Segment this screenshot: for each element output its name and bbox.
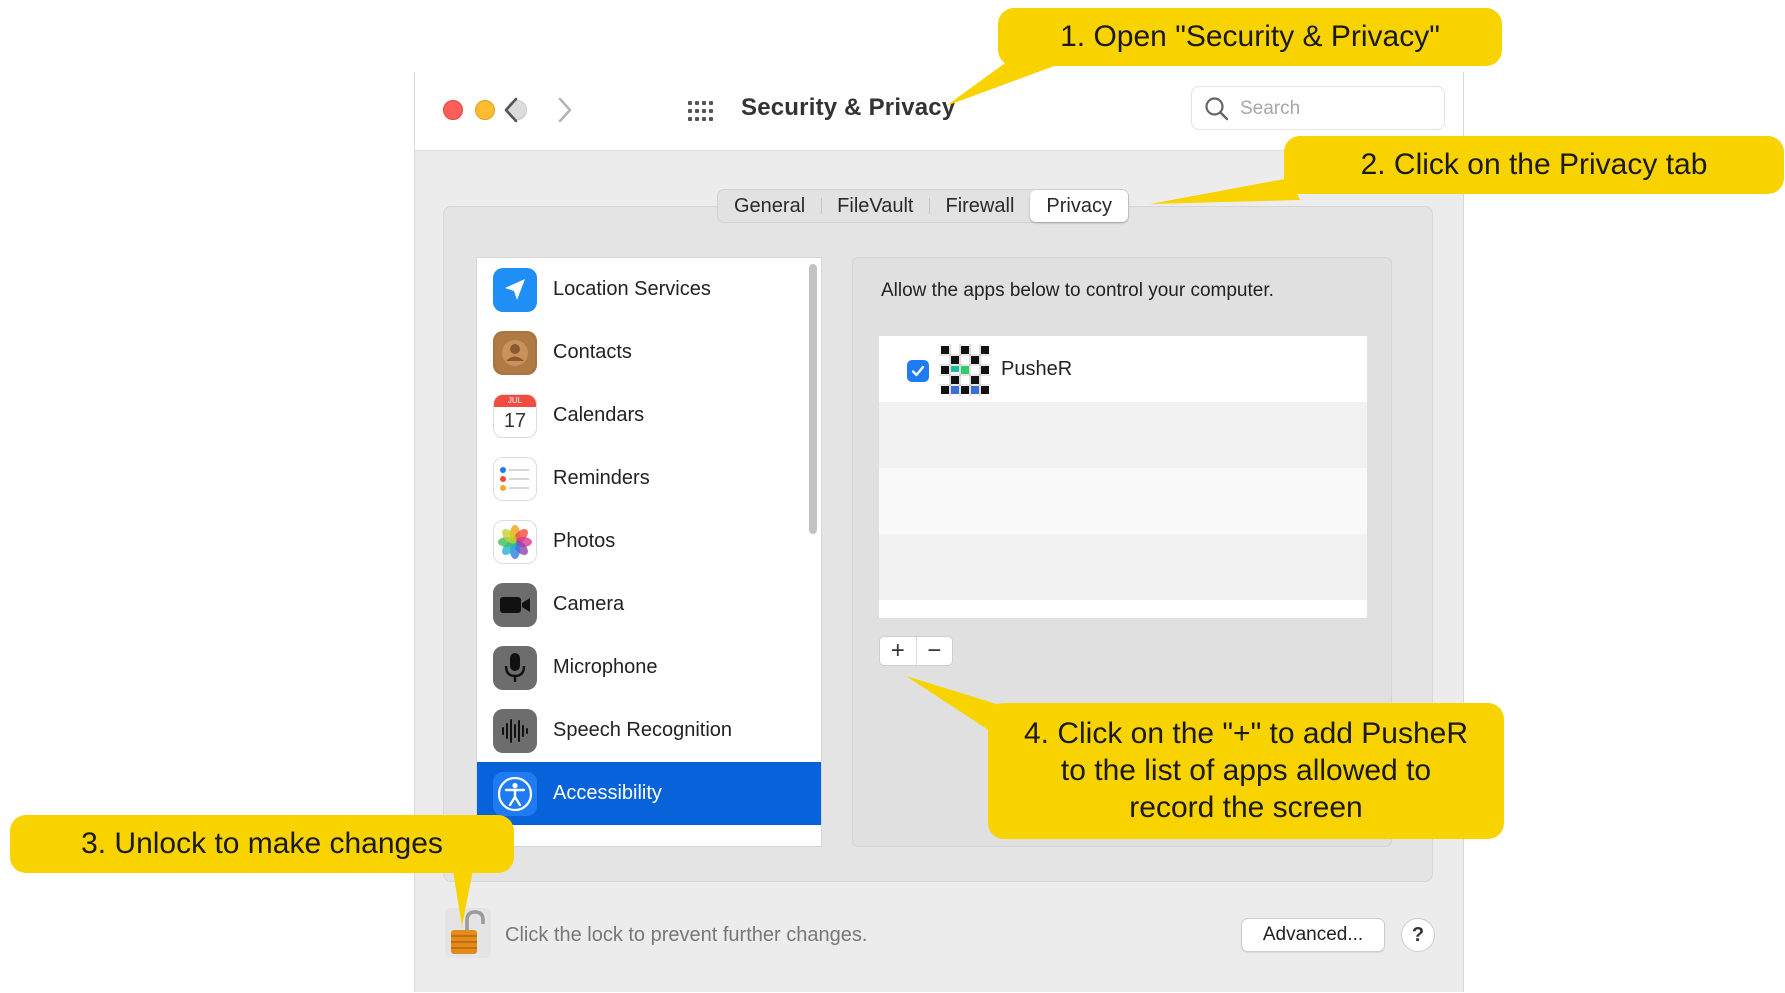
callout-step-1: 1. Open "Security & Privacy" <box>998 8 1502 66</box>
app-name: PusheR <box>1001 358 1073 380</box>
close-window-button[interactable] <box>443 100 463 120</box>
sidebar-item-reminders[interactable]: Reminders <box>477 447 821 510</box>
help-button[interactable]: ? <box>1401 918 1435 952</box>
sidebar-item-label: Photos <box>553 530 616 552</box>
sidebar-item-camera[interactable]: Camera <box>477 573 821 636</box>
callout-step-4: 4. Click on the "+" to add PusheR to the… <box>988 703 1504 839</box>
calendar-day: 17 <box>503 409 527 432</box>
lock-status-text: Click the lock to prevent further change… <box>505 924 868 946</box>
sidebar-item-label: Microphone <box>553 656 658 678</box>
tab-filevault[interactable]: FileVault <box>821 190 929 222</box>
speech-recognition-icon <box>493 708 537 753</box>
list-item-empty <box>879 534 1367 600</box>
sidebar-item-label: Contacts <box>553 341 632 363</box>
sidebar-scrollbar[interactable] <box>809 264 817 534</box>
sidebar-item-calendars[interactable]: JUL 17 Calendars <box>477 384 821 447</box>
tab-bar: General FileVault Firewall Privacy <box>717 189 1129 223</box>
back-button[interactable] <box>497 92 527 128</box>
sidebar-item-label: Accessibility <box>553 782 662 804</box>
calendar-icon: JUL 17 <box>493 393 537 438</box>
pusher-app-icon <box>939 344 991 396</box>
add-app-button[interactable]: + <box>880 637 917 665</box>
sidebar-item-label: Calendars <box>553 404 645 426</box>
preferences-window: Security & Privacy Location Services <box>414 72 1464 992</box>
microphone-icon <box>493 645 537 690</box>
sidebar-item-speech-recognition[interactable]: Speech Recognition <box>477 699 821 762</box>
list-item-empty <box>879 402 1367 468</box>
checkmark-icon <box>911 365 925 377</box>
callout-step-2: 2. Click on the Privacy tab <box>1284 136 1784 194</box>
sidebar-item-label: Location Services <box>553 278 711 300</box>
sidebar-item-label: Speech Recognition <box>553 719 733 741</box>
show-all-grid-icon[interactable] <box>687 100 715 122</box>
allowed-apps-list[interactable]: PusheR <box>879 336 1367 618</box>
minimize-window-button[interactable] <box>475 100 495 120</box>
list-item-empty <box>879 600 1367 618</box>
search-icon <box>1205 97 1229 121</box>
callout-step-4-line-1: 4. Click on the "+" to add PusheR <box>1023 717 1469 750</box>
callout-step-4-line-3: record the screen <box>1129 791 1363 824</box>
sidebar-item-microphone[interactable]: Microphone <box>477 636 821 699</box>
list-item[interactable]: PusheR <box>879 336 1367 402</box>
sidebar-item-contacts[interactable]: Contacts <box>477 321 821 384</box>
search-input[interactable] <box>1238 95 1432 123</box>
list-item-empty <box>879 468 1367 534</box>
tab-firewall[interactable]: Firewall <box>929 190 1030 222</box>
location-icon <box>493 267 537 312</box>
add-remove-control: + − <box>879 636 953 666</box>
allow-description: Allow the apps below to control your com… <box>881 280 1274 301</box>
photos-icon <box>493 519 537 564</box>
tab-general[interactable]: General <box>718 190 821 222</box>
accessibility-icon <box>493 771 537 816</box>
search-field[interactable] <box>1191 86 1445 130</box>
sidebar-item-label: Reminders <box>553 467 650 489</box>
callout-step-3: 3. Unlock to make changes <box>10 815 514 873</box>
reminders-icon <box>493 456 537 501</box>
calendar-month: JUL <box>494 394 536 407</box>
chevron-left-icon <box>504 97 518 123</box>
camera-icon <box>493 582 537 627</box>
privacy-category-list[interactable]: Location Services Contacts JUL 17 Calend… <box>476 257 822 847</box>
contacts-icon <box>493 330 537 375</box>
sidebar-item-label: Camera <box>553 593 625 615</box>
pusher-checkbox[interactable] <box>907 360 929 382</box>
forward-button[interactable] <box>549 92 579 128</box>
window-title: Security & Privacy <box>741 94 956 121</box>
sidebar-item-location-services[interactable]: Location Services <box>477 258 821 321</box>
remove-app-button[interactable]: − <box>917 637 953 665</box>
sidebar-item-photos[interactable]: Photos <box>477 510 821 573</box>
advanced-button[interactable]: Advanced... <box>1241 918 1385 952</box>
chevron-right-icon <box>558 97 572 123</box>
tab-privacy[interactable]: Privacy <box>1030 190 1128 222</box>
sidebar-item-accessibility[interactable]: Accessibility <box>477 762 821 825</box>
callout-step-4-line-2: to the list of apps allowed to <box>1060 754 1432 787</box>
unlocked-padlock-icon[interactable] <box>443 906 493 960</box>
